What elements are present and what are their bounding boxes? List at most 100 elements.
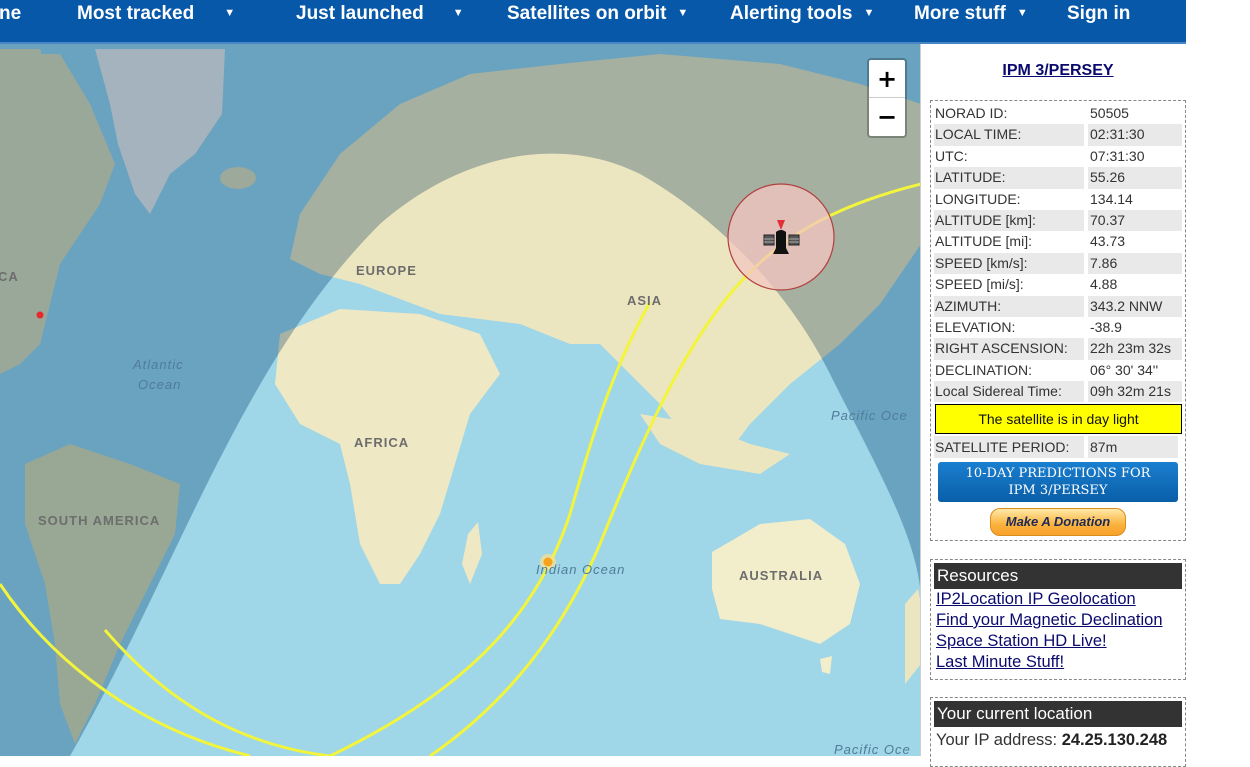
info-key: LATITUDE: <box>934 167 1084 189</box>
caret-down-icon: ▼ <box>1016 7 1028 19</box>
info-key: ALTITUDE [mi]: <box>935 233 1032 250</box>
info-value: 02:31:30 <box>1088 124 1182 146</box>
info-row: SPEED [mi/s]: 4.88 <box>934 274 1182 295</box>
resources-title: Resources <box>934 563 1182 589</box>
resource-link-magnetic-declination[interactable]: Find your Magnetic Declination <box>934 610 1182 631</box>
caret-down-icon: ▼ <box>677 7 689 19</box>
info-value: 06° 30' 34'' <box>1090 361 1159 378</box>
info-value: 43.73 <box>1090 233 1126 250</box>
info-value: 07:31:30 <box>1090 147 1145 164</box>
nav-sign-in[interactable]: Sign in <box>1067 0 1130 42</box>
info-key: SPEED [km/s]: <box>934 252 1084 275</box>
info-key: ALTITUDE [km]: <box>934 209 1084 232</box>
info-row: UTC: 07:31:30 <box>934 146 1182 167</box>
resource-link-space-station-hd[interactable]: Space Station HD Live! <box>934 631 1182 652</box>
satellite-info-box: NORAD ID: 50505 LOCAL TIME: 02:31:30 UTC: 07:… <box>930 100 1186 541</box>
label-atlantic-ocean-1: Atlantic <box>133 357 184 372</box>
label-asia: ASIA <box>627 293 663 308</box>
info-row: Local Sidereal Time: 09h 32m 21s <box>934 381 1182 403</box>
resource-link-last-minute-stuff[interactable]: Last Minute Stuff! <box>934 652 1182 673</box>
period-key: SATELLITE PERIOD: <box>934 436 1084 459</box>
nav-item-more-stuff[interactable]: More stuff ▼ <box>914 0 1028 42</box>
caret-down-icon: ▼ <box>224 7 236 19</box>
info-value: 09h 32m 21s <box>1088 381 1182 403</box>
ip-address-label: Your IP address: <box>936 731 1058 749</box>
info-key: ELEVATION: <box>935 318 1016 335</box>
info-key: SPEED [mi/s]: <box>935 276 1024 293</box>
info-row: ELEVATION: -38.9 <box>934 317 1182 338</box>
ip-address-value: 24.25.130.248 <box>1061 731 1168 749</box>
nav-item-home[interactable]: ne <box>0 0 21 42</box>
nav-item-label: Just launched <box>296 3 424 24</box>
zoom-control: + − <box>867 58 907 138</box>
info-row: RIGHT ASCENSION: 22h 23m 32s <box>934 338 1182 360</box>
info-value: 7.86 <box>1088 252 1182 275</box>
label-africa: AFRICA <box>354 435 410 450</box>
zoom-out-button[interactable]: − <box>869 98 905 136</box>
predictions-button[interactable]: 10-DAY PREDICTIONS FOR IPM 3/PERSEY <box>938 462 1178 503</box>
label-australia: AUSTRALIA <box>739 568 824 583</box>
predictions-button-line2: IPM 3/PERSEY <box>1008 483 1108 499</box>
label-pacific-ocean-south: Pacific Oce <box>834 742 911 756</box>
info-value: 55.26 <box>1088 167 1182 189</box>
info-value: 22h 23m 32s <box>1088 338 1182 360</box>
nav-item-label: ne <box>0 3 22 24</box>
ip-address-line: Your IP address: 24.25.130.248 <box>934 727 1182 753</box>
nav-item-label: More stuff <box>914 3 1006 24</box>
info-key: AZIMUTH: <box>934 295 1084 317</box>
info-value: -38.9 <box>1090 318 1122 335</box>
nav-item-most-tracked[interactable]: Most tracked ▼ <box>77 0 235 42</box>
info-value: 343.2 NNW <box>1088 295 1182 317</box>
info-key: NORAD ID: <box>935 105 1008 121</box>
caret-down-icon: ▼ <box>863 7 875 19</box>
label-north-america-partial: CA <box>0 269 19 284</box>
info-value: 50505 <box>1090 105 1129 121</box>
info-key: UTC: <box>935 147 968 164</box>
info-key: RIGHT ASCENSION: <box>934 338 1084 360</box>
label-pacific-ocean-north: Pacific Oce <box>831 408 908 423</box>
current-location-title: Your current location <box>934 701 1182 727</box>
caret-down-icon: ▼ <box>452 7 464 19</box>
nav-item-satellites-on-orbit[interactable]: Satellites on orbit ▼ <box>507 0 688 42</box>
label-south-america: SOUTH AMERICA <box>38 513 161 528</box>
nav-item-just-launched[interactable]: Just launched ▼ <box>296 0 464 42</box>
info-row: LONGITUDE: 134.14 <box>934 189 1182 210</box>
nav-item-label: Alerting tools <box>730 3 853 24</box>
nav-item-alerting-tools[interactable]: Alerting tools ▼ <box>730 0 874 42</box>
info-row: AZIMUTH: 343.2 NNW <box>934 295 1182 317</box>
nav-item-label: Satellites on orbit <box>507 3 667 24</box>
user-location-marker <box>36 311 44 319</box>
resources-box: Resources IP2Location IP Geolocation Fin… <box>930 559 1186 680</box>
info-key: LONGITUDE: <box>935 190 1021 207</box>
label-europe: EUROPE <box>356 263 417 278</box>
info-key: Local Sidereal Time: <box>934 381 1084 403</box>
info-value: 4.88 <box>1090 276 1118 293</box>
top-navbar: ne Most tracked ▼ Just launched ▼ Satellit… <box>0 0 1186 44</box>
label-atlantic-ocean-2: Ocean <box>138 377 182 392</box>
info-row: ALTITUDE [mi]: 43.73 <box>934 231 1182 252</box>
label-indian-ocean: Indian Ocean <box>536 562 626 577</box>
resource-link-ip2location[interactable]: IP2Location IP Geolocation <box>934 589 1182 610</box>
info-row: DECLINATION: 06° 30' 34'' <box>934 360 1182 381</box>
info-row: ALTITUDE [km]: 70.37 <box>934 209 1182 232</box>
satellite-period-row: SATELLITE PERIOD: 87m <box>934 436 1182 459</box>
info-row: NORAD ID: 50505 <box>934 103 1182 124</box>
current-location-box: Your current location Your IP address: 2… <box>930 697 1186 767</box>
period-value: 87m <box>1088 436 1178 459</box>
info-row: LATITUDE: 55.26 <box>934 167 1182 189</box>
predictions-button-line1: 10-DAY PREDICTIONS FOR <box>965 466 1151 482</box>
info-row: LOCAL TIME: 02:31:30 <box>934 124 1182 146</box>
satellite-name-link[interactable]: IPM 3/PERSEY <box>930 62 1186 80</box>
info-value: 70.37 <box>1088 209 1182 232</box>
satellite-info-table: NORAD ID: 50505 LOCAL TIME: 02:31:30 UTC: 07:… <box>934 103 1182 403</box>
map-canvas <box>0 44 920 756</box>
zoom-in-button[interactable]: + <box>869 60 905 98</box>
info-value: 134.14 <box>1090 190 1133 207</box>
donate-button[interactable]: Make A Donation <box>990 508 1126 537</box>
satellite-map[interactable]: EUROPE ASIA AFRICA SOUTH AMERICA AUSTRAL… <box>0 44 921 756</box>
info-key: DECLINATION: <box>935 361 1032 378</box>
nav-item-label: Sign in <box>1067 3 1131 24</box>
daylight-status: The satellite is in day light <box>935 404 1182 435</box>
info-row: SPEED [km/s]: 7.86 <box>934 252 1182 275</box>
nav-item-label: Most tracked <box>77 3 195 24</box>
